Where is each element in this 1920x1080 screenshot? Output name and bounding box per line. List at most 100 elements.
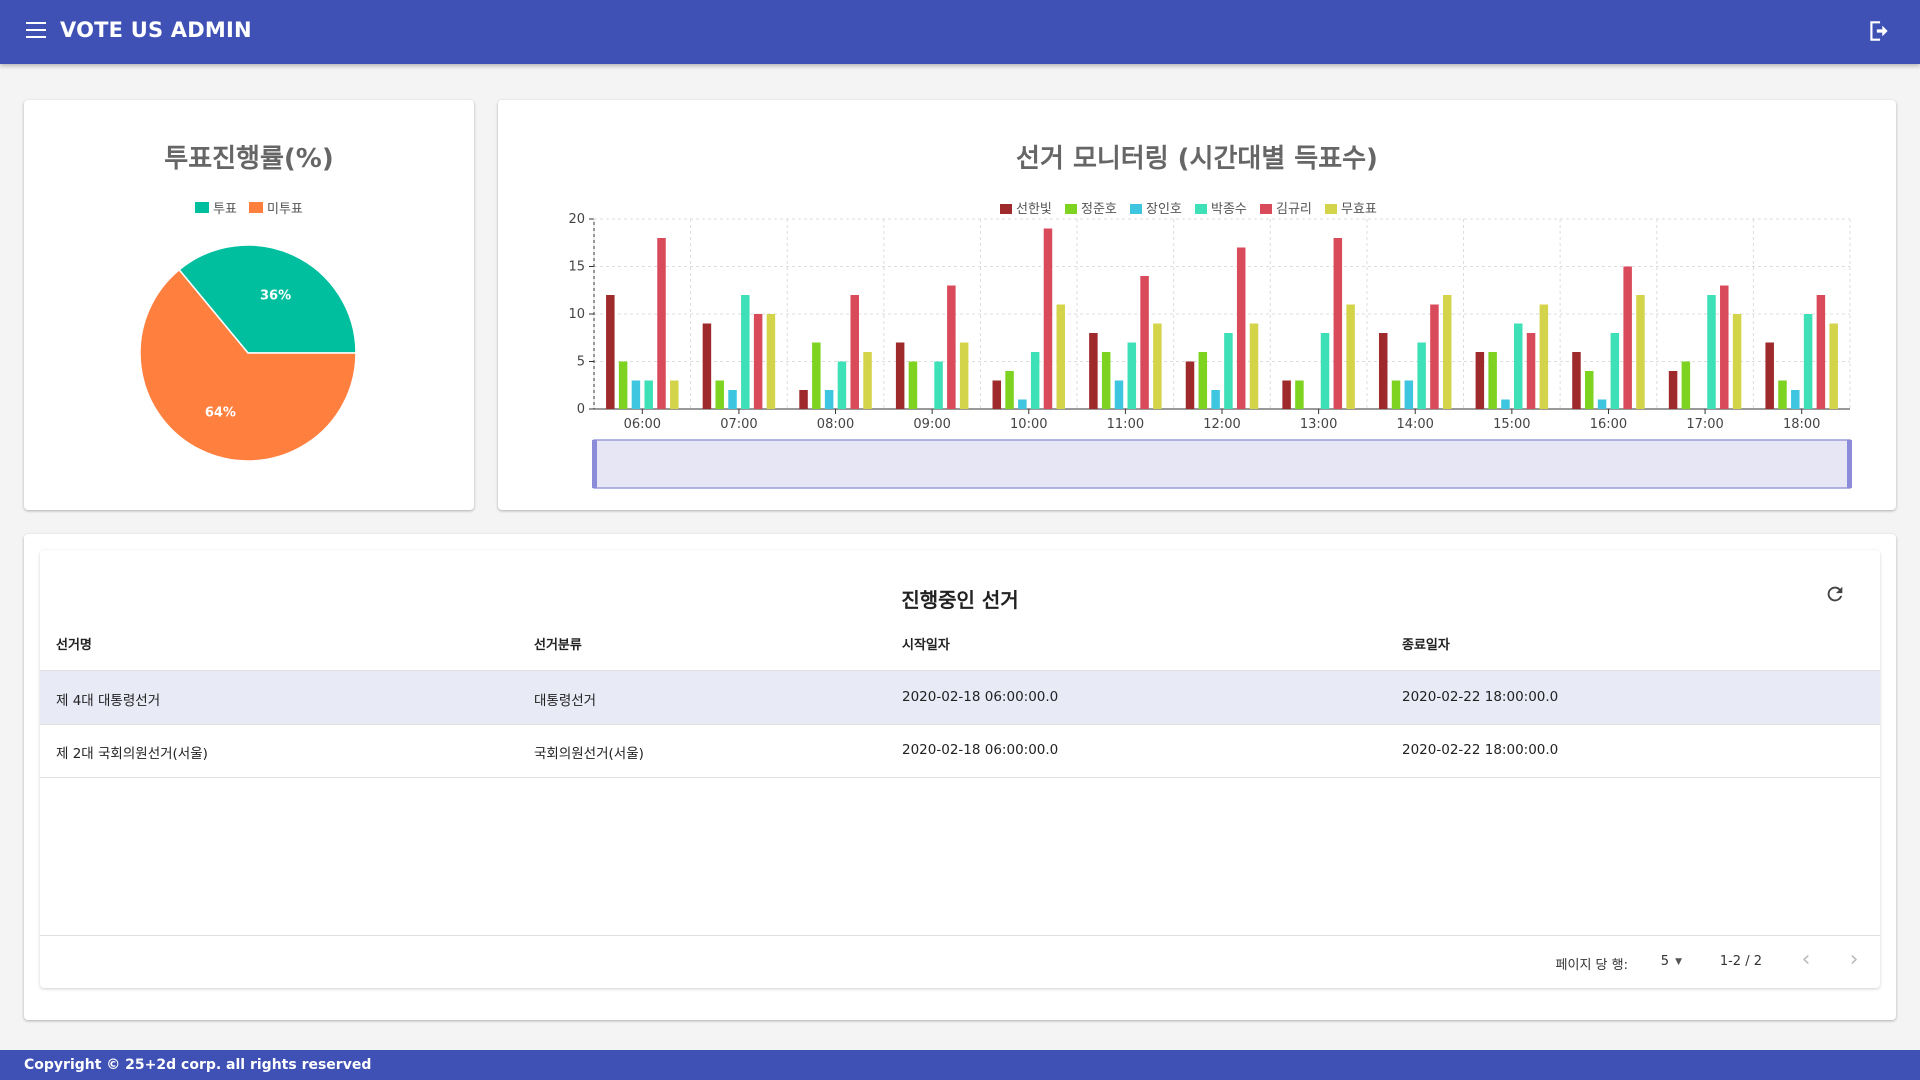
bar[interactable] [1089,333,1098,409]
rows-per-page-label: 페이지 당 행: [1555,958,1628,973]
bar[interactable] [1005,371,1014,409]
bar[interactable] [1707,295,1716,409]
bar[interactable] [1018,399,1027,410]
bar[interactable] [1391,380,1401,410]
legend-label[interactable]: 정준호 [1081,202,1117,217]
bar[interactable] [606,295,615,409]
bar[interactable] [1224,333,1233,409]
bar[interactable] [1153,323,1162,410]
bar[interactable] [1488,352,1497,409]
bar[interactable] [850,295,859,409]
bar[interactable] [1378,333,1388,409]
bar[interactable] [1249,323,1259,410]
bar[interactable] [1803,314,1813,409]
bar[interactable] [799,390,808,409]
bar[interactable] [824,390,834,409]
bar[interactable] [908,361,918,410]
bar[interactable] [1765,342,1774,410]
zoom-slider[interactable] [592,439,1852,489]
bar[interactable] [1778,380,1787,410]
bar[interactable] [1513,323,1523,410]
refresh-icon[interactable] [1824,583,1846,605]
next-page-button[interactable]: › [1842,948,1866,972]
bar[interactable] [766,314,776,409]
bar[interactable] [1720,285,1729,410]
legend-swatch [1195,204,1207,214]
bar[interactable] [1623,266,1632,410]
bar[interactable] [1333,238,1343,409]
table-row[interactable]: 제 2대 국회의원선거(서울) 국회의원선거(서울) 2020-02-18 06… [40,724,1880,778]
bar[interactable] [1430,304,1439,410]
column-header-start[interactable]: 시작일자 [902,634,950,653]
bar[interactable] [947,285,956,410]
menu-icon[interactable] [26,22,46,40]
bar[interactable] [1732,314,1742,409]
column-header-category[interactable]: 선거분류 [534,634,582,653]
bar[interactable] [1043,228,1053,410]
previous-page-button[interactable]: ‹ [1794,948,1818,972]
bar[interactable] [1101,352,1111,409]
legend-label[interactable]: 박종수 [1211,202,1247,217]
bar[interactable] [1346,304,1355,410]
bar[interactable] [618,361,628,410]
rows-per-page-select[interactable]: 5 ▼ [1659,950,1684,973]
bar[interactable] [1597,399,1607,410]
bar[interactable] [959,342,969,410]
bar[interactable] [934,361,943,410]
bar-chart: 선한빛 정준호 장인호 박종수 김규리 무효표 0 5 10 15 20 06:00 07:00 08:0… [568,202,1852,489]
bar[interactable] [657,238,666,409]
column-header-end[interactable]: 종료일자 [1402,634,1450,653]
zoom-slider-handle-right[interactable] [1847,440,1852,488]
bar[interactable] [702,323,712,410]
bar[interactable] [1572,352,1581,409]
bar[interactable] [1417,342,1426,410]
bar[interactable] [728,390,737,409]
bar[interactable] [1211,390,1220,409]
bar[interactable] [1198,352,1208,409]
bar[interactable] [992,380,1002,410]
bar[interactable] [1114,380,1124,410]
bar[interactable] [631,380,641,410]
legend-label[interactable]: 장인호 [1146,202,1182,217]
bar[interactable] [1526,333,1536,409]
bar[interactable] [715,380,724,410]
bar[interactable] [1320,333,1330,409]
bar[interactable] [1681,361,1691,410]
bar[interactable] [837,361,847,410]
zoom-slider-track[interactable] [593,439,1851,489]
table-row[interactable]: 제 4대 대통령선거 대통령선거 2020-02-18 06:00:00.0 2… [40,671,1880,725]
bar[interactable] [1185,361,1195,410]
bar[interactable] [812,342,821,410]
legend-label[interactable]: 김규리 [1276,202,1312,217]
bar[interactable] [741,295,750,409]
bar[interactable] [1585,371,1594,409]
bar[interactable] [1140,276,1149,409]
bar[interactable] [1030,352,1040,409]
column-header-name[interactable]: 선거명 [56,634,92,653]
bar[interactable] [1404,380,1414,410]
bar[interactable] [1475,352,1485,409]
bar[interactable] [1610,333,1620,409]
bar[interactable] [1282,380,1291,410]
bar[interactable] [1295,380,1304,410]
bar[interactable] [753,314,763,409]
bar[interactable] [1636,295,1645,409]
legend-label[interactable]: 무효표 [1341,202,1377,217]
bar[interactable] [1539,304,1549,410]
bar[interactable] [644,380,653,410]
bar[interactable] [895,342,905,410]
zoom-slider-handle-left[interactable] [592,440,597,488]
bar[interactable] [1127,342,1137,410]
logout-icon[interactable] [1866,18,1892,44]
bar[interactable] [1668,371,1678,409]
bar[interactable] [1236,247,1246,410]
legend-label[interactable]: 선한빛 [1016,202,1052,217]
bar[interactable] [1791,390,1800,409]
bar[interactable] [1442,295,1452,409]
bar[interactable] [1501,399,1510,410]
bar[interactable] [1816,295,1826,409]
bar[interactable] [1829,323,1838,410]
bar[interactable] [670,380,679,410]
bar[interactable] [863,352,872,409]
bar[interactable] [1056,304,1066,410]
